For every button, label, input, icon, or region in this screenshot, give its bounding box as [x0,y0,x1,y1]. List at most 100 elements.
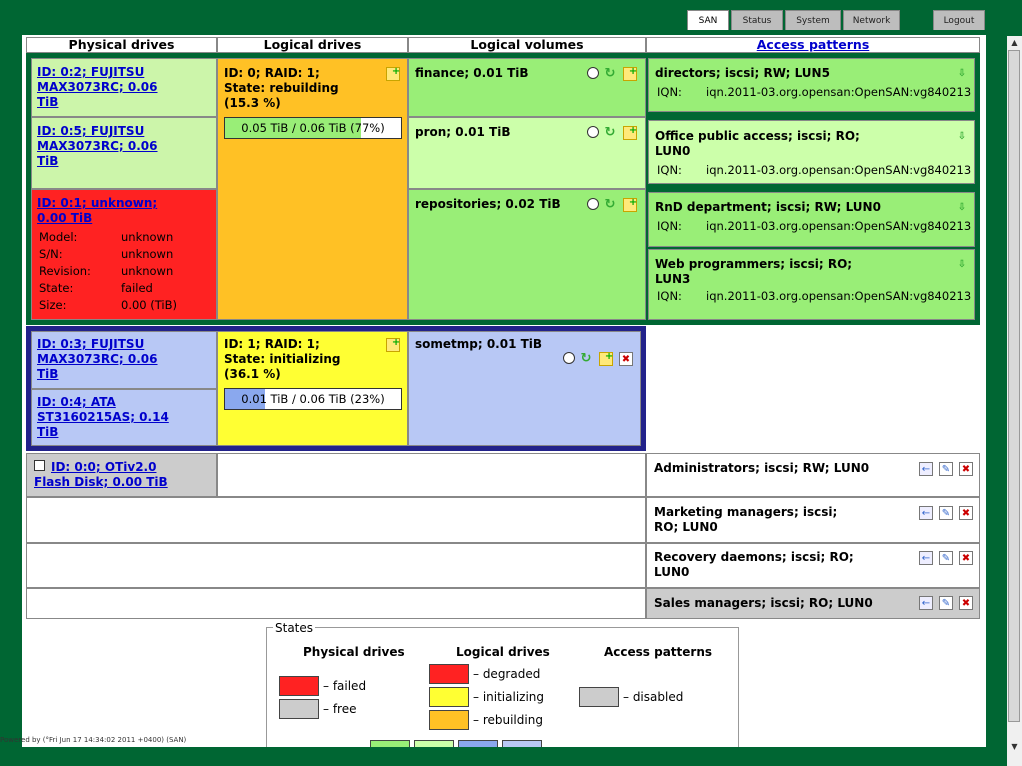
ap-label: Marketing managers; iscsi; RO; LUN0 [654,505,838,534]
progress-text: 0.01 TiB / 0.06 TiB (23%) [241,392,385,406]
attach-icon[interactable]: ← [919,551,933,565]
lv-label: finance; 0.01 TiB [415,66,529,80]
detach-arrow-icon[interactable]: ⇩ [955,257,969,271]
pd-card: ID: 0:2; FUJITSU MAX3073RC; 0.06 TiB [31,58,217,117]
pd-link[interactable]: ID: 0:2; FUJITSU MAX3073RC; 0.06 TiB [37,65,177,110]
tab-network[interactable]: Network [843,10,900,30]
legend-swatch-initializing [429,687,469,707]
edit-icon[interactable]: ✎ [939,506,953,520]
empty-row [26,543,646,588]
edit-icon[interactable]: ✎ [939,462,953,476]
refresh-icon[interactable]: ↻ [603,197,617,212]
legend-swatch-free [279,699,319,719]
lv-label: pron; 0.01 TiB [415,125,511,139]
circle-icon[interactable] [587,198,599,210]
access-patterns-link[interactable]: Access patterns [757,37,870,52]
ap-label: Sales managers; iscsi; RO; LUN0 [654,596,873,610]
add-pattern-icon[interactable] [623,198,637,212]
legend-logical-title: Logical drives [456,645,550,659]
pd-failed-link[interactable]: ID: 0:1; unknown; 0.00 TiB [37,196,177,226]
lv-card: pron; 0.01 TiB ↻ [408,117,646,189]
legend-physical-title: Physical drives [303,645,405,659]
progress-text: 0.05 TiB / 0.06 TiB (77%) [241,121,385,135]
pd-failed-card: ID: 0:1; unknown; 0.00 TiB Model: unknow… [31,189,217,320]
ld-card-initializing: ID: 1; RAID: 1; State: initializing (36.… [217,331,408,446]
scroll-down-icon[interactable]: ▼ [1007,740,1022,754]
ap-card: Marketing managers; iscsi; RO; LUN0 ← ✎ … [646,497,980,543]
ap-label: RnD department; iscsi; RW; LUN0 [655,200,881,214]
iqn-value: iqn.2011-03.org.opensan:OpenSAN:vg840213… [706,289,971,303]
logout-button[interactable]: Logout [933,10,985,30]
ap-card: Recovery daemons; iscsi; RO; LUN0 ← ✎ ✖ [646,543,980,588]
legend-swatch-degraded [429,664,469,684]
ap-label: Office public access; iscsi; RO; LUN0 [655,129,860,158]
delete-icon[interactable]: ✖ [959,462,973,476]
header-access-patterns: Access patterns [646,37,980,53]
prop-key: S/N: [39,247,63,261]
add-volume-icon[interactable] [386,338,400,352]
ap-card: directors; iscsi; RW; LUN5 ⇩ IQN: iqn.20… [648,58,975,112]
legend-access-title: Access patterns [604,645,713,659]
delete-icon[interactable]: ✖ [619,352,633,366]
pd-card: ID: 0:4; ATA ST3160215AS; 0.14 TiB [31,389,217,446]
ap-card: Web programmers; iscsi; RO; LUN3 ⇩ IQN: … [648,249,975,320]
lv-card: repositories; 0.02 TiB ↻ [408,189,646,320]
detach-arrow-icon[interactable]: ⇩ [955,66,969,80]
header-physical-drives: Physical drives [26,37,217,53]
ap-label: Web programmers; iscsi; RO; LUN3 [655,257,853,286]
detach-arrow-icon[interactable]: ⇩ [955,129,969,143]
edit-icon[interactable]: ✎ [939,551,953,565]
pd-card: ID: 0:3; FUJITSU MAX3073RC; 0.06 TiB [31,331,217,389]
footer-text: Powered by (°Fri Jun 17 14:34:02 2011 +0… [0,736,187,744]
tab-status[interactable]: Status [731,10,783,30]
pd-link[interactable]: ID: 0:4; ATA ST3160215AS; 0.14 TiB [37,395,177,440]
delete-icon[interactable]: ✖ [959,596,973,610]
prop-value: unknown [121,264,174,278]
pd-free-card: ID: 0:0; OTiv2.0 Flash Disk; 0.00 TiB [26,453,217,497]
pd-link[interactable]: ID: 0:3; FUJITSU MAX3073RC; 0.06 TiB [37,337,177,382]
scrollbar-thumb[interactable] [1008,50,1020,722]
prop-value: failed [121,281,153,295]
empty-cell [217,453,646,497]
pd-link[interactable]: ID: 0:5; FUJITSU MAX3073RC; 0.06 TiB [37,124,177,169]
scroll-up-icon[interactable]: ▲ [1007,36,1022,50]
lv-label: repositories; 0.02 TiB [415,197,561,211]
circle-icon[interactable] [587,126,599,138]
add-pattern-icon[interactable] [623,67,637,81]
iqn-value: iqn.2011-03.org.opensan:OpenSAN:vg840213… [706,163,971,177]
ld-progress-bar: 0.05 TiB / 0.06 TiB (77%) [224,117,402,139]
ld-progress-bar: 0.01 TiB / 0.06 TiB (23%) [224,388,402,410]
ld-line1: ID: 0; RAID: 1; [224,66,320,80]
refresh-icon[interactable]: ↻ [603,125,617,140]
ld-line1: ID: 1; RAID: 1; [224,337,320,351]
edit-icon[interactable]: ✎ [939,596,953,610]
refresh-icon[interactable]: ↻ [603,66,617,81]
detach-arrow-icon[interactable]: ⇩ [955,200,969,214]
pd-free-link[interactable]: ID: 0:0; OTiv2.0 Flash Disk; 0.00 TiB [34,460,184,490]
tab-system[interactable]: System [785,10,841,30]
vertical-scrollbar[interactable]: ▲ ▼ [1007,36,1022,766]
add-volume-icon[interactable] [386,67,400,81]
ap-label: Administrators; iscsi; RW; LUN0 [654,461,870,475]
legend-label: – rebuilding [473,713,543,727]
attach-icon[interactable]: ← [919,506,933,520]
ld-line2: State: initializing [224,352,341,366]
iqn-value: iqn.2011-03.org.opensan:OpenSAN:vg840213… [706,219,971,233]
legend-swatch-group [414,740,454,747]
circle-icon[interactable] [587,67,599,79]
add-pattern-icon[interactable] [599,352,613,366]
attach-icon[interactable]: ← [919,462,933,476]
legend-swatch-group [370,740,410,747]
circle-icon[interactable] [563,352,575,364]
header-logical-drives: Logical drives [217,37,408,53]
delete-icon[interactable]: ✖ [959,506,973,520]
lv-card: finance; 0.01 TiB ↻ [408,58,646,117]
delete-icon[interactable]: ✖ [959,551,973,565]
add-pattern-icon[interactable] [623,126,637,140]
iqn-label: IQN: [657,85,682,99]
refresh-icon[interactable]: ↻ [579,351,593,366]
legend-swatch-group [458,740,498,747]
tab-san[interactable]: SAN [687,10,729,30]
top-bar: SAN Status System Network Logout [0,0,1022,36]
attach-icon[interactable]: ← [919,596,933,610]
